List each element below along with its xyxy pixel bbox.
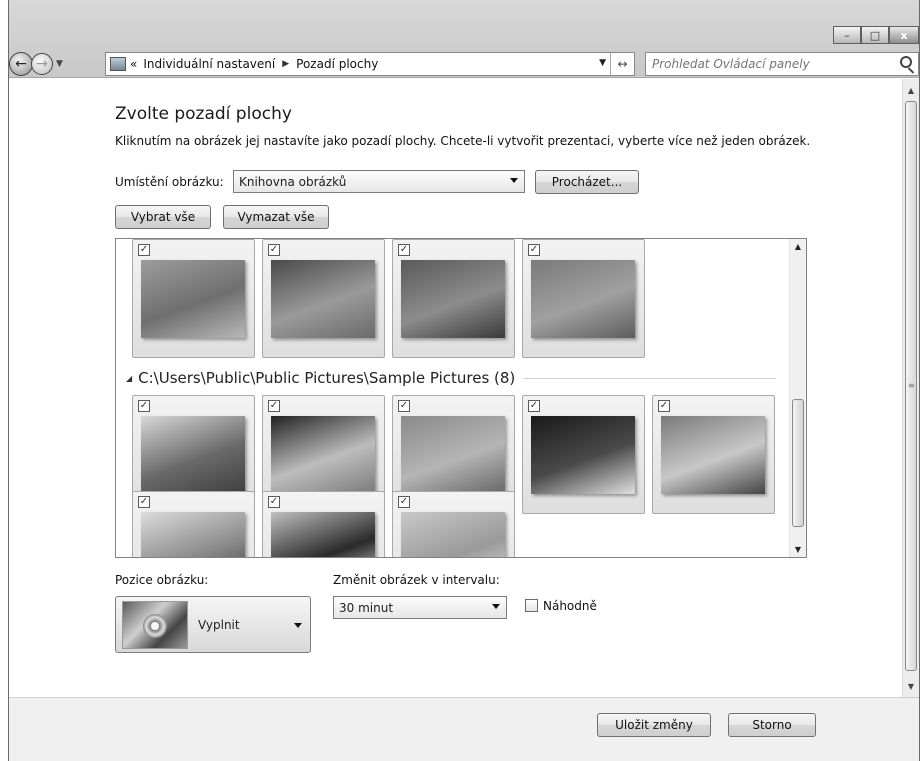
control-panel-window: – □ x ← → ▼ « Individuální nastavení ▶ P… xyxy=(8,0,920,761)
group-divider xyxy=(523,377,776,379)
picture-tile-jellyfish[interactable]: ✓ xyxy=(522,395,645,514)
picture-tile-woman-with-dog[interactable]: ✓ xyxy=(262,239,385,358)
picture-tile-tulips[interactable]: ✓ xyxy=(392,491,515,557)
picture-checkbox[interactable]: ✓ xyxy=(138,244,150,256)
clear-all-button[interactable]: Vymazat vše xyxy=(223,205,329,229)
picture-position-label: Pozice obrázku: xyxy=(115,573,209,587)
picture-thumbnail xyxy=(271,416,375,494)
change-interval-select[interactable]: 30 minut xyxy=(333,596,507,619)
main-content: Zvolte pozadí plochy Kliknutím na obráze… xyxy=(9,79,903,697)
picture-location-select[interactable]: Knihovna obrázků xyxy=(233,170,525,193)
page-scroll-thumb[interactable]: ≡ xyxy=(905,101,917,671)
picture-checkbox[interactable]: ✓ xyxy=(528,244,540,256)
footer-bar: Uložit změny Storno xyxy=(9,697,919,761)
search-box[interactable] xyxy=(645,52,919,76)
select-all-button[interactable]: Vybrat vše xyxy=(115,205,211,229)
picture-tile-penguins[interactable]: ✓ xyxy=(262,491,385,557)
picture-checkbox[interactable]: ✓ xyxy=(398,400,410,412)
picture-checkbox[interactable]: ✓ xyxy=(528,400,540,412)
gallery-scrollbar[interactable]: ▲ ▼ xyxy=(789,239,806,557)
maximize-button[interactable]: □ xyxy=(861,26,889,44)
minimize-button[interactable]: – xyxy=(833,26,861,44)
scroll-up-icon[interactable]: ▲ xyxy=(903,83,919,99)
picture-checkbox[interactable]: ✓ xyxy=(138,400,150,412)
picture-checkbox[interactable]: ✓ xyxy=(268,244,280,256)
window-controls: – □ x xyxy=(833,26,919,44)
picture-tile-dog-beach[interactable]: ✓ xyxy=(132,239,255,358)
back-arrow-icon: ← xyxy=(15,56,27,72)
chevron-down-icon xyxy=(294,623,302,628)
shuffle-label[interactable]: Náhodně xyxy=(543,599,597,613)
picture-location-value: Knihovna obrázků xyxy=(239,174,347,189)
search-input[interactable] xyxy=(652,57,882,71)
chevron-down-icon xyxy=(510,178,518,183)
chevron-down-icon xyxy=(492,604,500,609)
picture-thumbnail xyxy=(531,260,635,338)
group-title: C:\Users\Public\Public Pictures\Sample P… xyxy=(138,369,516,387)
picture-thumbnail xyxy=(661,416,765,494)
page-scrollbar[interactable]: ▲ ≡ ▼ xyxy=(902,79,919,697)
picture-tile-dog-fountain[interactable]: ✓ xyxy=(392,239,515,358)
recent-pages-dropdown[interactable]: ▼ xyxy=(56,59,63,69)
group-header[interactable]: ◢ C:\Users\Public\Public Pictures\Sample… xyxy=(126,369,776,387)
breadcrumb-desktop-background[interactable]: Pozadí plochy xyxy=(296,57,378,71)
breadcrumb-personalization[interactable]: Individuální nastavení xyxy=(143,57,275,71)
picture-gallery[interactable]: ◢ C:\Users\Public\Public Pictures\Sample… xyxy=(115,238,807,558)
save-changes-button[interactable]: Uložit změny xyxy=(597,713,711,737)
picture-checkbox[interactable]: ✓ xyxy=(268,496,280,508)
picture-thumbnail xyxy=(141,512,245,557)
picture-checkbox[interactable]: ✓ xyxy=(268,400,280,412)
change-interval-value: 30 minut xyxy=(339,600,394,615)
page-title: Zvolte pozadí plochy xyxy=(115,104,292,124)
control-panel-icon xyxy=(110,57,126,71)
picture-tile-lighthouse[interactable]: ✓ xyxy=(132,491,255,557)
collapse-triangle-icon[interactable]: ◢ xyxy=(126,374,132,383)
picture-position-select[interactable]: Vyplnit xyxy=(115,596,311,653)
picture-tile-koala[interactable]: ✓ xyxy=(652,395,775,514)
page-description: Kliknutím na obrázek jej nastavíte jako … xyxy=(115,134,811,148)
picture-position-value: Vyplnit xyxy=(198,618,240,632)
picture-checkbox[interactable]: ✓ xyxy=(138,496,150,508)
chevron-right-icon[interactable]: ▶ xyxy=(282,59,289,69)
browse-button[interactable]: Procházet... xyxy=(535,170,639,194)
refresh-button[interactable]: ↔ xyxy=(610,53,634,75)
back-button[interactable]: ← xyxy=(9,52,33,76)
address-bar[interactable]: « Individuální nastavení ▶ Pozadí plochy… xyxy=(105,52,635,76)
gallery-scroll-thumb[interactable] xyxy=(792,399,804,527)
picture-thumbnail xyxy=(401,260,505,338)
scroll-down-icon[interactable]: ▼ xyxy=(903,679,919,695)
scroll-down-icon[interactable]: ▼ xyxy=(790,545,806,554)
picture-thumbnail xyxy=(271,260,375,338)
picture-location-label: Umístění obrázku: xyxy=(115,175,224,189)
search-icon[interactable] xyxy=(900,56,912,68)
picture-checkbox[interactable]: ✓ xyxy=(398,244,410,256)
address-dropdown-icon[interactable]: ▼ xyxy=(599,58,606,68)
scroll-up-icon[interactable]: ▲ xyxy=(790,242,806,251)
picture-checkbox[interactable]: ✓ xyxy=(658,400,670,412)
shuffle-checkbox[interactable] xyxy=(525,599,538,612)
title-bar: – □ x ← → ▼ « Individuální nastavení ▶ P… xyxy=(9,0,919,78)
cancel-button[interactable]: Storno xyxy=(728,713,816,737)
forward-button[interactable]: → xyxy=(31,53,53,75)
forward-arrow-icon: → xyxy=(36,56,48,72)
picture-thumbnail xyxy=(531,416,635,494)
breadcrumb-overflow[interactable]: « xyxy=(130,57,137,71)
picture-thumbnail xyxy=(141,260,245,338)
picture-tile-dog-grass[interactable]: ✓ xyxy=(522,239,645,358)
picture-checkbox[interactable]: ✓ xyxy=(398,496,410,508)
picture-thumbnail xyxy=(271,512,375,557)
picture-thumbnail xyxy=(141,416,245,494)
change-interval-label: Změnit obrázek v intervalu: xyxy=(333,573,500,587)
picture-thumbnail xyxy=(401,416,505,494)
position-preview-image xyxy=(122,601,188,649)
close-button[interactable]: x xyxy=(889,26,919,44)
picture-thumbnail xyxy=(401,512,505,557)
